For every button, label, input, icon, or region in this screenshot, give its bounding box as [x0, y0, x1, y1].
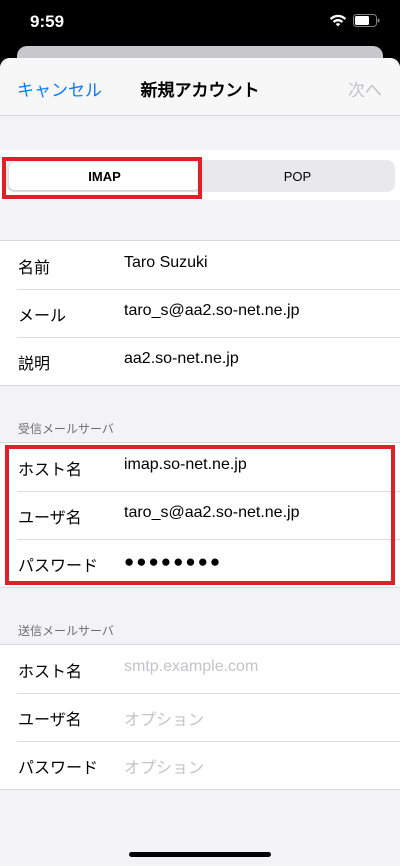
description-row[interactable]: 説明 aa2.so-net.ne.jp: [0, 337, 400, 385]
email-row[interactable]: メール taro_s@aa2.so-net.ne.jp: [0, 289, 400, 337]
incoming-username-row[interactable]: ユーザ名 taro_s@aa2.so-net.ne.jp: [0, 491, 400, 539]
wifi-icon: [329, 14, 347, 27]
incoming-host-field[interactable]: imap.so-net.ne.jp: [124, 456, 247, 474]
outgoing-username-row[interactable]: ユーザ名 オプション: [0, 693, 400, 741]
incoming-server-group: ホスト名 imap.so-net.ne.jp ユーザ名 taro_s@aa2.s…: [0, 442, 400, 588]
description-label: 説明: [18, 354, 51, 373]
description-field[interactable]: aa2.so-net.ne.jp: [124, 350, 239, 368]
protocol-section: IMAP POP: [0, 150, 400, 200]
new-account-sheet: キャンセル 新規アカウント 次へ IMAP POP 名前 Taro Suzuki…: [0, 58, 400, 866]
outgoing-username-field[interactable]: オプション: [124, 706, 204, 730]
protocol-segmented-control: IMAP POP: [6, 160, 395, 192]
battery-icon: [353, 14, 380, 27]
incoming-password-row[interactable]: パスワード ●●●●●●●●: [0, 539, 400, 587]
status-icons: [329, 14, 380, 27]
email-label: メール: [18, 306, 67, 325]
page-title: 新規アカウント: [140, 81, 260, 101]
incoming-password-label: パスワード: [18, 556, 99, 575]
name-field[interactable]: Taro Suzuki: [124, 254, 208, 272]
next-button[interactable]: 次へ: [348, 76, 382, 101]
incoming-username-field[interactable]: taro_s@aa2.so-net.ne.jp: [124, 504, 299, 522]
incoming-password-field[interactable]: ●●●●●●●●: [124, 552, 222, 572]
outgoing-host-field[interactable]: smtp.example.com: [124, 658, 258, 676]
name-label: 名前: [18, 258, 51, 277]
outgoing-host-row[interactable]: ホスト名 smtp.example.com: [0, 645, 400, 693]
outgoing-password-field[interactable]: オプション: [124, 754, 204, 778]
outgoing-password-label: パスワード: [18, 758, 99, 777]
status-bar: 9:59: [0, 0, 400, 46]
nav-bar: キャンセル 新規アカウント 次へ: [0, 58, 400, 116]
incoming-username-label: ユーザ名: [18, 508, 82, 527]
segment-imap[interactable]: IMAP: [9, 162, 200, 190]
outgoing-server-group: ホスト名 smtp.example.com ユーザ名 オプション パスワード オ…: [0, 644, 400, 790]
incoming-server-header: 受信メールサーバ: [18, 422, 114, 436]
outgoing-server-header: 送信メールサーバ: [18, 624, 114, 638]
outgoing-password-row[interactable]: パスワード オプション: [0, 741, 400, 789]
incoming-host-label: ホスト名: [18, 460, 83, 479]
status-time: 9:59: [30, 12, 65, 31]
outgoing-username-label: ユーザ名: [18, 710, 82, 729]
email-field[interactable]: taro_s@aa2.so-net.ne.jp: [124, 302, 299, 320]
incoming-host-row[interactable]: ホスト名 imap.so-net.ne.jp: [0, 443, 400, 491]
account-info-group: 名前 Taro Suzuki メール taro_s@aa2.so-net.ne.…: [0, 240, 400, 386]
home-indicator[interactable]: [129, 852, 271, 857]
outgoing-host-label: ホスト名: [18, 662, 83, 681]
name-row[interactable]: 名前 Taro Suzuki: [0, 241, 400, 289]
segment-pop[interactable]: POP: [203, 162, 392, 190]
